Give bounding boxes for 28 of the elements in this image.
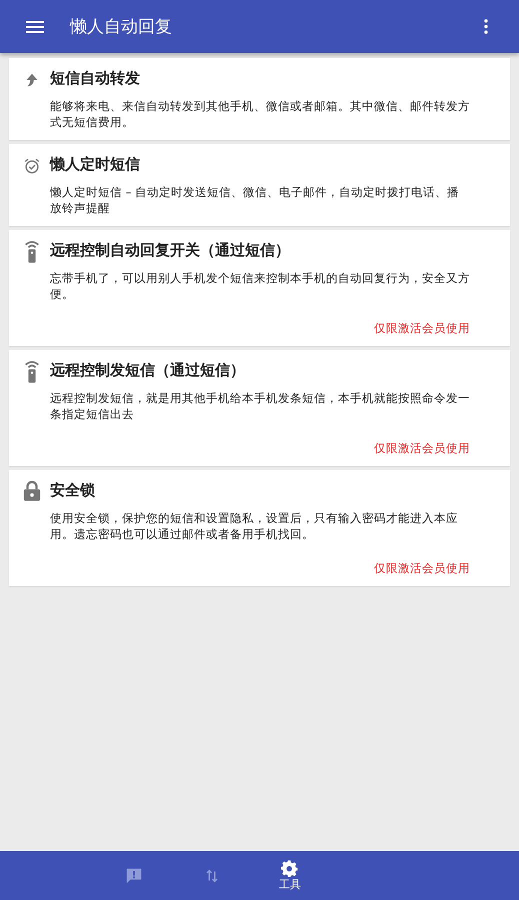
feature-card[interactable]: 安全锁 使用安全锁，保护您的短信和设置隐私，设置后，只有输入密码才能进入本应用。遗忘密码也可以通过邮件或者备用手机找回。 仅限激活会员使用 — [9, 470, 510, 586]
feature-title: 远程控制自动回复开关（通过短信） — [50, 240, 291, 260]
feature-description: 忘带手机了，可以用别人手机发个短信来控制本手机的自动回复行为，安全又方便。 — [50, 270, 470, 302]
feature-title: 短信自动转发 — [50, 68, 141, 88]
feature-card[interactable]: 懒人定时短信 懒人定时短信 – 自动定时发送短信、微信、电子邮件，自动定时拨打电话、播放铃声提醒 — [9, 144, 510, 226]
feature-description: 远程控制发短信，就是用其他手机给本手机发条短信，本手机就能按照命令发一条指定短信出去 — [50, 390, 470, 422]
remote-control-icon — [22, 358, 40, 384]
members-only-note: 仅限激活会员使用 — [373, 320, 470, 336]
members-only-note: 仅限激活会员使用 — [373, 560, 470, 576]
feature-description: 能够将来电、来信自动转发到其他手机、微信或者邮箱。其中微信、邮件转发方式无短信费用。 — [50, 98, 470, 130]
feature-card[interactable]: 远程控制自动回复开关（通过短信） 忘带手机了，可以用别人手机发个短信来控制本手机的自动回复行为，安全又方便。 仅限激活会员使用 — [9, 230, 510, 346]
feature-card[interactable]: 远程控制发短信（通过短信） 远程控制发短信，就是用其他手机给本手机发条短信，本手机就能按照命令发一条指定短信出去 仅限激活会员使用 — [9, 350, 510, 466]
feature-card[interactable]: 短信自动转发 能够将来电、来信自动转发到其他手机、微信或者邮箱。其中微信、邮件转发方式无短信费用。 — [9, 58, 510, 140]
settings-icon — [281, 860, 299, 878]
alarm-clock-icon — [22, 157, 40, 175]
feature-title: 安全锁 — [50, 480, 96, 500]
message-alert-icon — [125, 866, 143, 884]
feature-title: 远程控制发短信（通过短信） — [50, 360, 246, 380]
members-only-note: 仅限激活会员使用 — [373, 440, 470, 456]
feature-description: 懒人定时短信 – 自动定时发送短信、微信、电子邮件，自动定时拨打电话、播放铃声提醒 — [50, 184, 460, 216]
remote-control-icon — [22, 238, 40, 264]
more-icon[interactable] — [484, 19, 488, 34]
lock-icon — [22, 478, 40, 504]
nav-tab[interactable]: 工具 — [251, 851, 329, 900]
app-title: 懒人自动回复 — [70, 16, 173, 38]
feature-title: 懒人定时短信 — [50, 154, 141, 174]
menu-icon[interactable] — [26, 20, 44, 32]
feature-description: 使用安全锁，保护您的短信和设置隐私，设置后，只有输入密码才能进入本应用。遗忘密码也可以通过邮件或者备用手机找回。 — [50, 510, 459, 542]
